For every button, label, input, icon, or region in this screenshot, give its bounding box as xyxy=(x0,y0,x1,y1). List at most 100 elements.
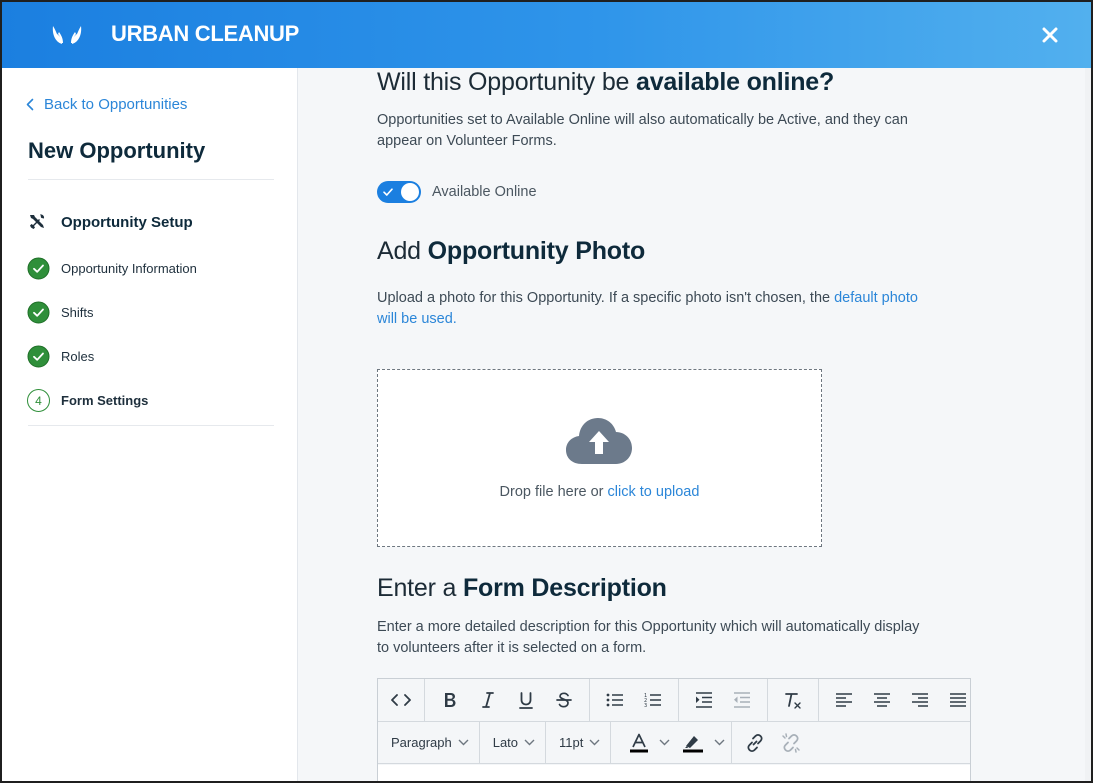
chevron-down-icon xyxy=(659,739,670,746)
indent-icon xyxy=(696,692,712,708)
heading-bold: Opportunity Photo xyxy=(427,237,646,265)
app-window: URBAN CLEANUP Back to Opportunities New … xyxy=(0,0,1093,783)
back-to-opportunities-link[interactable]: Back to Opportunities xyxy=(26,96,187,113)
align-right-icon xyxy=(912,693,928,707)
highlight-color-icon xyxy=(683,735,704,752)
bold-icon xyxy=(445,693,456,707)
editor-toolbar-row-1: 123 xyxy=(378,679,970,722)
align-left-button[interactable] xyxy=(825,683,863,717)
text-color-button[interactable] xyxy=(611,722,733,763)
check-circle-icon xyxy=(27,345,50,368)
indent-button[interactable] xyxy=(685,683,723,717)
clear-formatting-icon xyxy=(785,692,801,709)
available-online-toggle[interactable] xyxy=(377,181,421,203)
sidebar-step-roles[interactable]: Roles xyxy=(27,345,94,368)
align-left-icon xyxy=(836,693,852,707)
chevron-down-icon xyxy=(714,739,725,746)
insert-link-button[interactable] xyxy=(736,726,774,760)
outdent-button[interactable] xyxy=(723,683,761,717)
online-section-heading: Will this Opportunity be available onlin… xyxy=(377,68,834,97)
strikethrough-button[interactable] xyxy=(545,683,583,717)
italic-icon xyxy=(482,692,494,708)
step-label: Shifts xyxy=(61,305,94,320)
form-description-heading: Enter a Form Description xyxy=(377,574,667,603)
text-color-icon xyxy=(630,733,649,752)
bullet-list-icon xyxy=(606,693,623,707)
click-to-upload-link[interactable]: click to upload xyxy=(608,484,700,500)
brand-name: URBAN CLEANUP xyxy=(111,21,299,46)
sidebar-step-form-settings[interactable]: 4 Form Settings xyxy=(27,389,148,412)
check-icon xyxy=(383,188,393,196)
close-icon xyxy=(1042,27,1058,43)
editor-content-area[interactable] xyxy=(378,765,970,781)
photo-description: Upload a photo for this Opportunity. If … xyxy=(377,288,922,330)
bold-button[interactable] xyxy=(431,683,469,717)
hands-logo-icon xyxy=(52,26,82,44)
outdent-icon xyxy=(734,692,750,708)
sidebar-title: New Opportunity xyxy=(28,138,206,163)
chevron-down-icon xyxy=(458,739,469,746)
align-right-button[interactable] xyxy=(901,683,939,717)
svg-text:3: 3 xyxy=(644,703,647,708)
font-size-select[interactable]: 11pt xyxy=(546,722,612,763)
editor-toolbar-row-2: Paragraph Lato 11pt xyxy=(378,722,970,764)
unlink-icon xyxy=(782,732,801,753)
dropzone-text: Drop file here or click to upload xyxy=(378,484,821,500)
code-icon xyxy=(391,694,411,706)
available-online-toggle-row: Available Online xyxy=(377,181,537,203)
align-center-icon xyxy=(874,693,890,707)
heading-bold: Form Description xyxy=(462,574,667,602)
step-label: Opportunity Information xyxy=(61,261,197,276)
font-family-select[interactable]: Lato xyxy=(480,722,547,763)
check-circle-icon xyxy=(27,301,50,324)
link-icon xyxy=(747,733,763,752)
photo-dropzone[interactable]: Drop file here or click to upload xyxy=(377,369,822,547)
align-justify-icon xyxy=(950,693,966,707)
heading-prefix: Add xyxy=(377,237,421,265)
setup-heading-label: Opportunity Setup xyxy=(61,213,193,231)
font-size-value: 11pt xyxy=(559,735,584,750)
tools-icon xyxy=(30,214,45,229)
setup-section-heading: Opportunity Setup xyxy=(28,213,193,231)
chevron-down-icon xyxy=(524,739,535,746)
strikethrough-icon xyxy=(556,692,572,708)
italic-button[interactable] xyxy=(469,683,507,717)
app-header: URBAN CLEANUP xyxy=(2,2,1091,68)
sidebar-step-shifts[interactable]: Shifts xyxy=(27,301,94,324)
main-content: Will this Opportunity be available onlin… xyxy=(299,68,1091,781)
unlink-button[interactable] xyxy=(774,726,808,760)
heading-prefix: Will this Opportunity be xyxy=(377,68,630,96)
underline-icon xyxy=(519,691,533,709)
form-description-text: Enter a more detailed description for th… xyxy=(377,619,920,656)
heading-bold: available online? xyxy=(636,68,835,96)
block-format-value: Paragraph xyxy=(391,735,452,750)
step-label: Roles xyxy=(61,349,95,364)
step-number-badge: 4 xyxy=(27,389,50,412)
drop-text: Drop file here or xyxy=(499,484,604,500)
rich-text-editor: 123 Paragraph Lato 11pt xyxy=(377,678,971,781)
numbered-list-button[interactable]: 123 xyxy=(634,683,672,717)
main-scrollbar[interactable] xyxy=(1085,68,1091,781)
toggle-knob xyxy=(401,183,419,201)
underline-button[interactable] xyxy=(507,683,545,717)
close-button[interactable] xyxy=(1035,20,1065,50)
sidebar: Back to Opportunities New Opportunity Op… xyxy=(2,68,298,781)
align-justify-button[interactable] xyxy=(939,683,977,717)
clear-formatting-button[interactable] xyxy=(774,683,812,717)
sidebar-divider xyxy=(28,425,274,426)
heading-prefix: Enter a xyxy=(377,574,457,602)
step-label: Form Settings xyxy=(61,393,149,408)
block-format-select[interactable]: Paragraph xyxy=(378,722,480,763)
cloud-upload-icon xyxy=(566,418,632,464)
chevron-left-icon xyxy=(26,98,34,111)
bullet-list-button[interactable] xyxy=(596,683,634,717)
font-family-value: Lato xyxy=(492,735,519,750)
source-code-button[interactable] xyxy=(382,683,420,717)
photo-description-text: Upload a photo for this Opportunity. If … xyxy=(377,290,831,306)
align-center-button[interactable] xyxy=(863,683,901,717)
sidebar-divider xyxy=(28,179,274,180)
photo-section-heading: Add Opportunity Photo xyxy=(377,237,645,266)
sidebar-step-opportunity-information[interactable]: Opportunity Information xyxy=(27,257,197,280)
online-description: Opportunities set to Available Online wi… xyxy=(377,112,908,149)
numbered-list-icon: 123 xyxy=(644,693,661,708)
